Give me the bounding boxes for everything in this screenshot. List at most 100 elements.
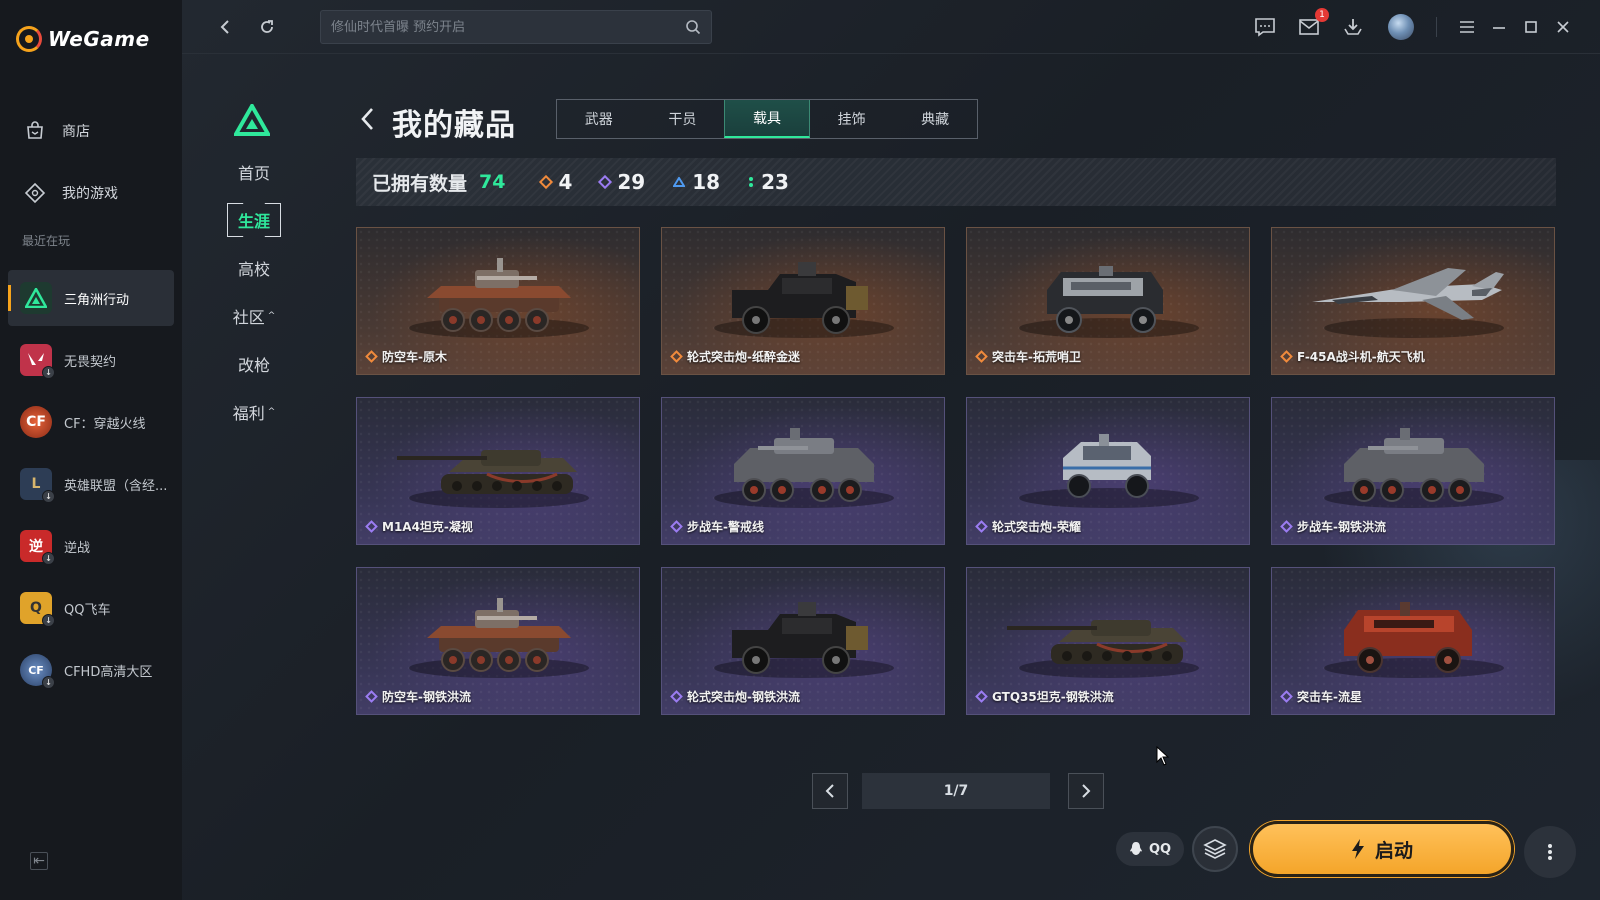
vehicle-card-label: 轮式突击炮-荣耀	[975, 518, 1081, 535]
rarity-purple-icon	[1280, 520, 1293, 533]
vehicle-name: 轮式突击炮-钢铁洪流	[687, 690, 800, 704]
vehicle-card[interactable]: 防空车-钢铁洪流	[356, 567, 640, 715]
vehicle-name: 步战车-警戒线	[687, 520, 764, 534]
collapse-sidebar-button[interactable]: ⇤	[30, 852, 48, 870]
rarity-purple-icon	[670, 520, 683, 533]
vehicle-card[interactable]: 突击车-流星	[1271, 567, 1555, 715]
vehicle-card[interactable]: GTQ35坦克-钢铁洪流	[966, 567, 1250, 715]
vehicle-card[interactable]: 轮式突击炮-纸醉金迷	[661, 227, 945, 375]
more-vertical-icon	[1548, 844, 1552, 860]
game-item-nizhan[interactable]: 逆 ↓ 逆战	[8, 518, 174, 574]
sub-nav-rewards[interactable]: 福利 ^	[222, 392, 286, 432]
user-avatar[interactable]	[1388, 14, 1414, 40]
game-item-crossfire[interactable]: CF CF：穿越火线	[8, 394, 174, 450]
vehicle-card[interactable]: F-45A战斗机-航天飞机	[1271, 227, 1555, 375]
downloads-button[interactable]	[1340, 14, 1366, 40]
refresh-button[interactable]	[254, 14, 280, 40]
vehicle-card-label: 轮式突击炮-钢铁洪流	[670, 688, 800, 705]
vehicle-card[interactable]: 突击车-拓荒哨卫	[966, 227, 1250, 375]
collapse-icon: ⇤	[33, 853, 45, 869]
sub-nav-career[interactable]: 生涯	[222, 200, 286, 240]
wegame-logo-icon	[16, 26, 42, 52]
cfhd-icon: CF ↓	[20, 654, 55, 689]
tab-operators[interactable]: 干员	[641, 100, 725, 138]
game-item-qq-speed[interactable]: Q ↓ QQ飞车	[8, 580, 174, 636]
vehicle-card-label: GTQ35坦克-钢铁洪流	[975, 688, 1114, 705]
more-options-button[interactable]	[1524, 826, 1576, 878]
vehicle-card[interactable]: 步战车-警戒线	[661, 397, 945, 545]
recent-games-label: 最近在玩	[22, 234, 71, 248]
vehicle-card-label: 突击车-流星	[1280, 688, 1362, 705]
sub-nav-label: 首页	[237, 164, 270, 183]
tab-collection[interactable]: 典藏	[893, 100, 977, 138]
qq-penguin-icon	[1129, 842, 1142, 855]
search-icon[interactable]	[685, 19, 701, 35]
back-icon	[220, 20, 229, 34]
tab-charms[interactable]: 挂饰	[810, 100, 894, 138]
close-button[interactable]	[1550, 14, 1576, 40]
vehicle-card-label: 突击车-拓荒哨卫	[975, 348, 1081, 365]
qq-login-button[interactable]: QQ	[1116, 832, 1184, 866]
next-page-button[interactable]	[1068, 773, 1104, 809]
search-input[interactable]	[331, 19, 685, 35]
vehicle-card-label: 步战车-警戒线	[670, 518, 764, 535]
sub-nav-label: 改枪	[237, 356, 270, 375]
nav-my-games[interactable]: 我的游戏	[0, 162, 182, 224]
back-button[interactable]	[212, 14, 238, 40]
minimize-button[interactable]	[1486, 14, 1512, 40]
qq-label: QQ	[1148, 841, 1172, 857]
vehicle-name: 步战车-钢铁洪流	[1297, 520, 1386, 534]
maximize-icon	[1525, 21, 1537, 33]
mail-button[interactable]: 1	[1296, 8, 1329, 40]
launch-button[interactable]: 启动	[1250, 821, 1514, 877]
vehicle-card-label: F-45A战斗机-航天飞机	[1280, 348, 1425, 365]
game-item-cfhd[interactable]: CF ↓ CFHD高清大区	[8, 642, 174, 698]
minimize-icon	[1493, 27, 1505, 29]
vehicle-card[interactable]: 轮式突击炮-荣耀	[966, 397, 1250, 545]
mouse-cursor-icon	[1156, 746, 1170, 766]
vehicle-card[interactable]: 步战车-钢铁洪流	[1271, 397, 1555, 545]
delta-force-logo-icon[interactable]	[234, 104, 270, 136]
search-box[interactable]	[320, 10, 712, 44]
layers-icon	[1203, 839, 1227, 859]
wegame-logo[interactable]: WeGame	[16, 24, 150, 54]
sub-nav-label: 社区	[232, 308, 265, 327]
vehicle-card[interactable]: 轮式突击炮-钢铁洪流	[661, 567, 945, 715]
store-icon	[24, 120, 46, 142]
sub-nav-home[interactable]: 首页	[222, 152, 286, 192]
app-sidebar: WeGame 商店 我的游戏 最近在玩 三角洲行动 ↓ 无畏契约 CF CF：穿…	[0, 0, 182, 900]
vehicle-name: M1A4坦克-凝视	[382, 520, 473, 534]
collection-tabs: 武器 干员 载具 挂饰 典藏	[556, 99, 978, 139]
maximize-button[interactable]	[1518, 14, 1544, 40]
vehicle-card-label: M1A4坦克-凝视	[365, 518, 473, 535]
caret-up-icon: ^	[267, 311, 276, 321]
download-icon: ↓	[42, 366, 55, 379]
sub-nav-gunsmith[interactable]: 改枪	[222, 344, 286, 384]
vehicle-name: 突击车-拓荒哨卫	[992, 350, 1081, 364]
sub-nav-campus[interactable]: 高校	[222, 248, 286, 288]
vehicle-card[interactable]: 防空车-原木	[356, 227, 640, 375]
menu-button[interactable]	[1454, 14, 1480, 40]
recent-games-list: 三角洲行动 ↓ 无畏契约 CF CF：穿越火线 L ↓ 英雄联盟（含经... 逆…	[8, 270, 174, 704]
tab-weapons[interactable]: 武器	[557, 100, 641, 138]
nav-store[interactable]: 商店	[0, 100, 182, 162]
game-item-valorant[interactable]: ↓ 无畏契约	[8, 332, 174, 388]
my-games-icon	[24, 182, 46, 204]
game-item-delta-force[interactable]: 三角洲行动	[8, 270, 174, 326]
sub-nav-label: 高校	[237, 260, 270, 279]
prev-page-button[interactable]	[812, 773, 848, 809]
sub-nav-community[interactable]: 社区 ^	[222, 296, 286, 336]
vehicle-card[interactable]: M1A4坦克-凝视	[356, 397, 640, 545]
game-item-label: QQ飞车	[64, 602, 111, 618]
rarity-purple-icon	[598, 174, 613, 190]
lightning-icon	[1351, 839, 1364, 859]
collection-back-button[interactable]	[356, 104, 378, 134]
game-item-lol[interactable]: L ↓ 英雄联盟（含经...	[8, 456, 174, 512]
account-switch-button[interactable]	[1192, 826, 1238, 872]
tab-vehicles[interactable]: 载具	[724, 100, 810, 138]
rarity-green-icon	[749, 177, 754, 187]
owned-stats-bar: 已拥有数量 74 4 29 18 23	[356, 158, 1556, 206]
vehicle-card-label: 步战车-钢铁洪流	[1280, 518, 1386, 535]
chat-button[interactable]	[1252, 14, 1278, 40]
mail-badge: 1	[1315, 8, 1329, 22]
